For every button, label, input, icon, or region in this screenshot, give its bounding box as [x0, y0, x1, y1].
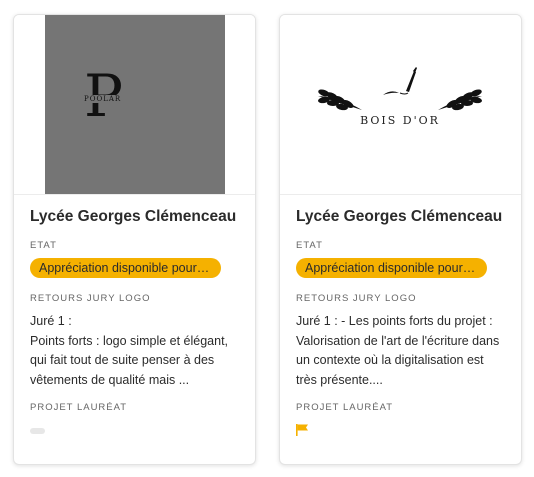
flag-icon: [296, 424, 308, 436]
laureat-label: PROJET LAURÉAT: [296, 402, 394, 413]
card-logo-image[interactable]: P POOLAR: [14, 15, 255, 195]
laurel-quill-logo-icon: [318, 67, 482, 111]
logo-wordmark: BOIS D'OR: [360, 114, 440, 127]
status-badge: Appréciation disponible pour le jury: [296, 258, 487, 278]
card-logo-image[interactable]: BOIS D'OR: [280, 15, 521, 195]
flag-icon: [296, 423, 505, 437]
jury-review-text: Juré 1 : - Les points forts du projet : …: [296, 314, 500, 387]
card-title[interactable]: Lycée Georges Clémenceau: [296, 208, 505, 230]
jury-review-line: Juré 1 :: [30, 314, 72, 328]
laureat-label: PROJET LAURÉAT: [30, 402, 128, 413]
right-laurel-icon: [438, 89, 482, 111]
logo-background: [45, 15, 225, 194]
retours-label: RETOURS JURY LOGO: [296, 293, 417, 304]
logo-wordmark: POOLAR: [83, 95, 123, 103]
retours-label: RETOURS JURY LOGO: [30, 293, 151, 304]
quill-icon: [383, 67, 417, 95]
etat-label: ETAT: [296, 240, 323, 251]
jury-review: Juré 1 : Points forts : logo simple et é…: [30, 312, 239, 390]
jury-review-text: Points forts : logo simple et élégant, q…: [30, 333, 229, 387]
status-badge: Appréciation disponible pour le jury: [30, 258, 221, 278]
left-laurel-icon: [318, 89, 362, 111]
project-card-grid: P POOLAR Lycée Georges Clémenceau ETAT A…: [0, 0, 534, 477]
etat-label: ETAT: [30, 240, 57, 251]
project-card[interactable]: P POOLAR Lycée Georges Clémenceau ETAT A…: [13, 14, 256, 465]
card-title[interactable]: Lycée Georges Clémenceau: [30, 208, 239, 230]
project-card[interactable]: BOIS D'OR Lycée Georges Clémenceau ETAT …: [279, 14, 522, 465]
toggle-off-icon: [30, 428, 45, 434]
